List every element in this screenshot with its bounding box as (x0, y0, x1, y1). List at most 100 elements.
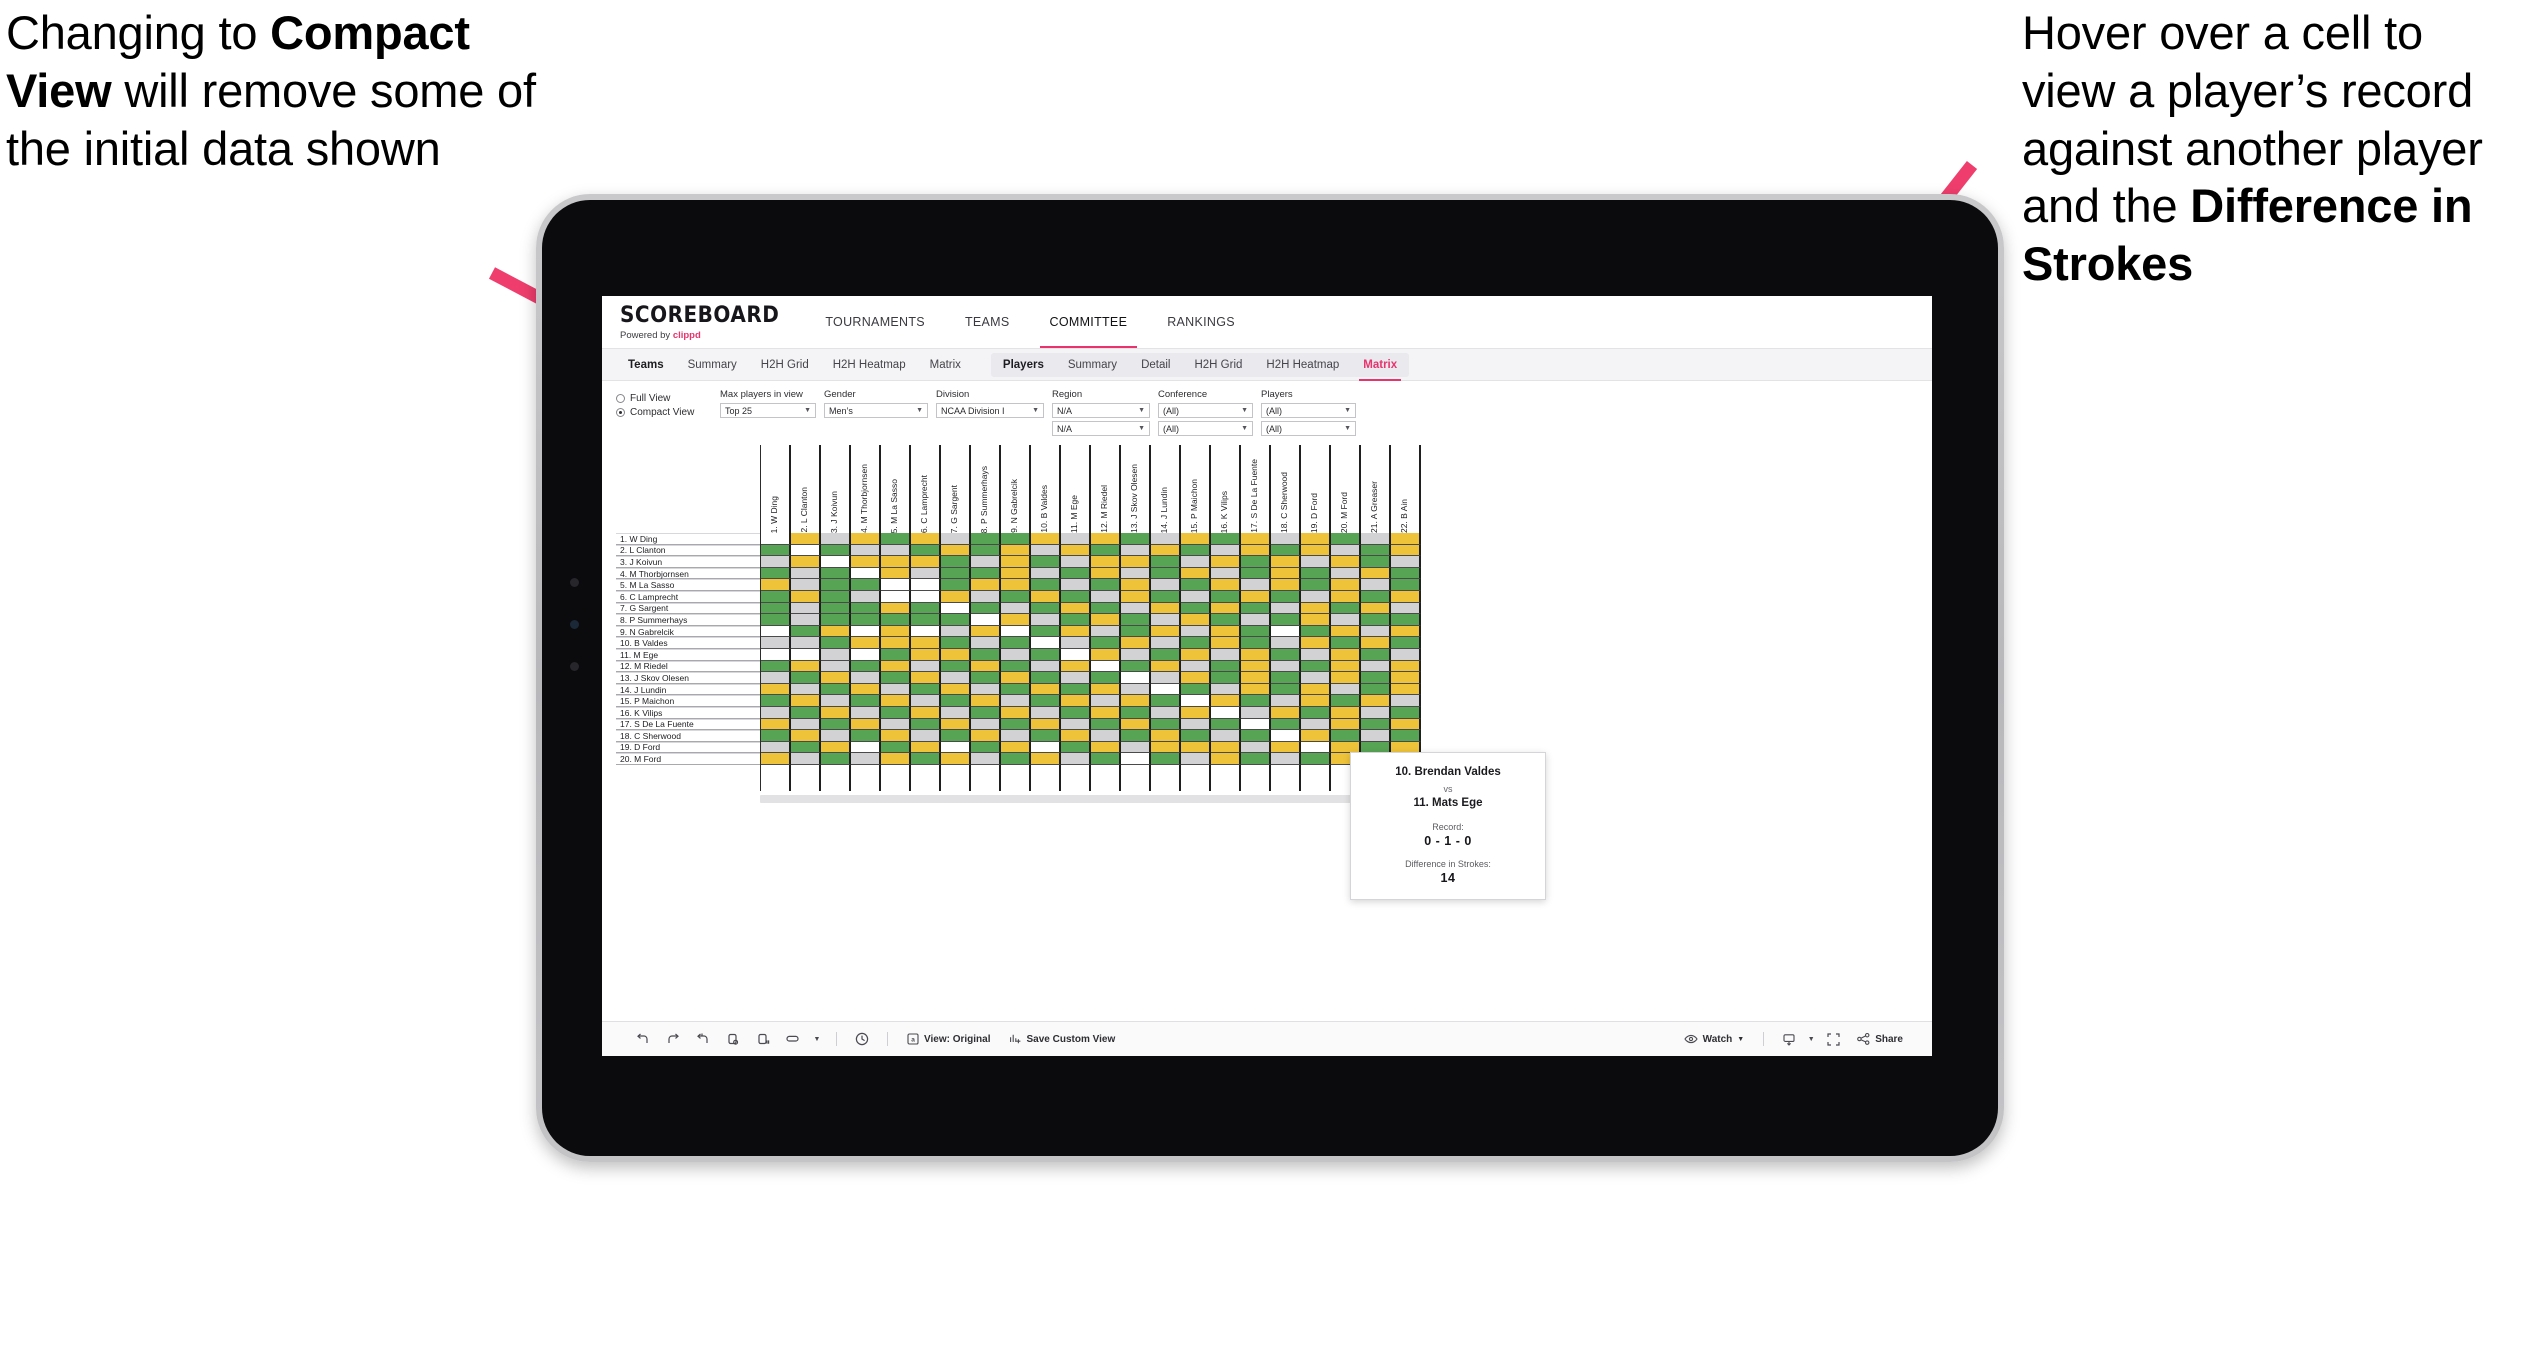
matrix-cell[interactable] (1391, 660, 1421, 673)
matrix-cell[interactable] (1061, 637, 1091, 649)
matrix-cell[interactable] (1391, 730, 1421, 742)
matrix-cell[interactable] (821, 730, 851, 742)
matrix-cell[interactable] (761, 625, 791, 638)
fullscreen-icon[interactable] (1818, 1032, 1848, 1046)
matrix-cell[interactable] (911, 637, 941, 649)
matrix-cell[interactable] (1121, 741, 1151, 754)
matrix-cell[interactable] (791, 544, 821, 557)
matrix-cell[interactable] (1001, 533, 1031, 545)
matrix-cell[interactable] (1211, 544, 1241, 557)
matrix-cell[interactable] (1031, 556, 1061, 568)
matrix-cell[interactable] (1031, 567, 1061, 580)
matrix-cell[interactable] (1241, 706, 1271, 719)
tab-players-matrix[interactable]: Matrix (1351, 353, 1409, 381)
matrix-cell[interactable] (1391, 637, 1421, 649)
matrix-cell[interactable] (761, 695, 791, 707)
matrix-cell[interactable] (1061, 706, 1091, 719)
matrix-cell[interactable] (1271, 602, 1301, 615)
matrix-cell[interactable] (761, 648, 791, 661)
matrix-cell[interactable] (1361, 672, 1391, 684)
matrix-cell[interactable] (1001, 637, 1031, 649)
matrix-cell[interactable] (1331, 695, 1361, 707)
matrix-cell[interactable] (791, 695, 821, 707)
tab-players-detail[interactable]: Detail (1129, 353, 1182, 377)
select-region[interactable]: N/A ▼ (1052, 403, 1150, 418)
matrix-cell[interactable] (1121, 590, 1151, 603)
matrix-cell[interactable] (1061, 590, 1091, 603)
matrix-cell[interactable] (1181, 579, 1211, 591)
matrix-cell[interactable] (1331, 567, 1361, 580)
matrix-cell[interactable] (1331, 718, 1361, 731)
matrix-cell[interactable] (1061, 718, 1091, 731)
matrix-cell[interactable] (1301, 706, 1331, 719)
matrix-cell[interactable] (1211, 741, 1241, 754)
matrix-cell[interactable] (911, 544, 941, 557)
matrix-cell[interactable] (1361, 614, 1391, 626)
matrix-cell[interactable] (1181, 695, 1211, 707)
select-division[interactable]: NCAA Division I ▼ (936, 403, 1044, 418)
matrix-cell[interactable] (911, 556, 941, 568)
matrix-cell[interactable] (821, 556, 851, 568)
matrix-cell[interactable] (1001, 625, 1031, 638)
matrix-cell[interactable] (1331, 672, 1361, 684)
matrix-cell[interactable] (1091, 753, 1121, 765)
matrix-cell[interactable] (1331, 556, 1361, 568)
matrix-cell[interactable] (1181, 567, 1211, 580)
matrix-cell[interactable] (911, 683, 941, 696)
matrix-cell[interactable] (1031, 730, 1061, 742)
matrix-cell[interactable] (1301, 579, 1331, 591)
matrix-cell[interactable] (791, 648, 821, 661)
matrix-cell[interactable] (1361, 544, 1391, 557)
matrix-cell[interactable] (1091, 614, 1121, 626)
matrix-cell[interactable] (911, 672, 941, 684)
matrix-cell[interactable] (971, 614, 1001, 626)
matrix-cell[interactable] (791, 741, 821, 754)
matrix-cell[interactable] (941, 718, 971, 731)
matrix-cell[interactable] (881, 579, 911, 591)
matrix-cell[interactable] (881, 556, 911, 568)
select-conference-secondary[interactable]: (All) ▼ (1158, 421, 1253, 436)
matrix-cell[interactable] (791, 533, 821, 545)
tab-players-h2h-heatmap[interactable]: H2H Heatmap (1254, 353, 1351, 377)
matrix-cell[interactable] (1091, 625, 1121, 638)
matrix-cell[interactable] (761, 660, 791, 673)
matrix-cell[interactable] (1361, 533, 1391, 545)
matrix-cell[interactable] (911, 533, 941, 545)
matrix-cell[interactable] (1211, 730, 1241, 742)
matrix-cell[interactable] (761, 637, 791, 649)
matrix-cell[interactable] (821, 660, 851, 673)
matrix-cell[interactable] (1211, 753, 1241, 765)
matrix-cell[interactable] (1391, 590, 1421, 603)
matrix-cell[interactable] (1181, 730, 1211, 742)
matrix-cell[interactable] (941, 590, 971, 603)
matrix-cell[interactable] (791, 567, 821, 580)
matrix-cell[interactable] (881, 567, 911, 580)
matrix-cell[interactable] (1271, 625, 1301, 638)
matrix-cell[interactable] (1391, 556, 1421, 568)
matrix-cell[interactable] (821, 614, 851, 626)
matrix-cell[interactable] (1061, 648, 1091, 661)
matrix-cell[interactable] (1091, 556, 1121, 568)
matrix-cell[interactable] (1031, 637, 1061, 649)
matrix-cell[interactable] (821, 672, 851, 684)
matrix-cell[interactable] (791, 625, 821, 638)
matrix-cell[interactable] (941, 683, 971, 696)
matrix-cell[interactable] (971, 579, 1001, 591)
matrix-cell[interactable] (1121, 556, 1151, 568)
matrix-cell[interactable] (821, 706, 851, 719)
matrix-cell[interactable] (761, 579, 791, 591)
matrix-cell[interactable] (1391, 625, 1421, 638)
matrix-cell[interactable] (971, 637, 1001, 649)
matrix-cell[interactable] (1151, 602, 1181, 615)
matrix-cell[interactable] (1211, 614, 1241, 626)
matrix-cell[interactable] (1391, 602, 1421, 615)
matrix-cell[interactable] (1151, 683, 1181, 696)
matrix-cell[interactable] (1121, 730, 1151, 742)
matrix-cell[interactable] (941, 533, 971, 545)
matrix-cell[interactable] (971, 648, 1001, 661)
matrix-cell[interactable] (791, 590, 821, 603)
matrix-cell[interactable] (1181, 590, 1211, 603)
matrix-cell[interactable] (1391, 544, 1421, 557)
matrix-cell[interactable] (1301, 718, 1331, 731)
matrix-cell[interactable] (821, 625, 851, 638)
